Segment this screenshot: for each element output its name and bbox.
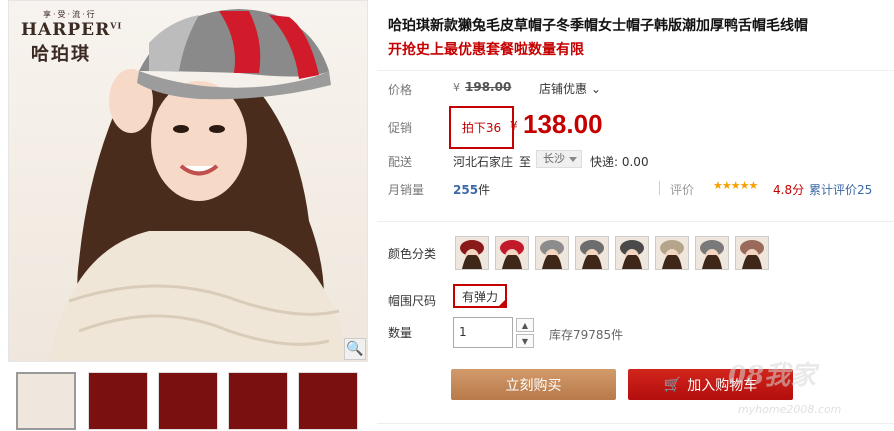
quantity-increase-button[interactable]: ▲ (516, 318, 534, 332)
divider (659, 181, 660, 195)
color-swatch-4[interactable] (575, 236, 609, 270)
section-divider (377, 221, 894, 222)
rating-label: 评价 (670, 183, 695, 197)
color-swatch-2[interactable] (495, 236, 529, 270)
main-product-image[interactable]: 享·受·流·行 HARPERVI 哈珀琪 🔍 (8, 0, 368, 362)
original-price: 198.00 (465, 80, 512, 94)
thumbnail-5[interactable] (298, 372, 358, 430)
price-panel: 价格 ¥ 198.00 店铺优惠 ⌄ 促销 拍下36 ¥ 138.00 配送 河… (377, 70, 894, 204)
quantity-decrease-button[interactable]: ▼ (516, 334, 534, 348)
thumbnail-4[interactable] (228, 372, 288, 430)
star-rating-icon: ★★★★★ (713, 179, 758, 192)
thumbnail-1[interactable] (16, 372, 76, 430)
add-to-cart-label: 加入购物车 (687, 377, 758, 394)
thumbnail-2[interactable] (88, 372, 148, 430)
quantity-label: 数量 (388, 326, 413, 340)
stock-count: 库存79785件 (549, 328, 624, 342)
chevron-down-icon: ⌄ (587, 82, 601, 96)
thumbnail-3[interactable] (158, 372, 218, 430)
size-label: 帽围尺码 (388, 294, 437, 308)
shipping-from: 河北石家庄 (453, 155, 514, 169)
color-label: 颜色分类 (388, 247, 437, 261)
color-swatch-3[interactable] (535, 236, 569, 270)
buy-now-button[interactable]: 立刻购买 (451, 369, 616, 400)
product-title: 哈珀琪新款獭兔毛皮草帽子冬季帽女士帽子韩版潮加厚鸭舌帽毛线帽 (388, 18, 808, 34)
shipping-label: 配送 (388, 155, 413, 169)
store-discount-dropdown[interactable]: 店铺优惠 ⌄ (539, 80, 601, 97)
color-swatch-1[interactable] (455, 236, 489, 270)
dropdown-arrow-icon (569, 157, 577, 162)
quantity-input[interactable]: 1 (453, 317, 513, 348)
brand-logo: 享·受·流·行 HARPERVI 哈珀琪 (21, 9, 122, 66)
zoom-icon[interactable]: 🔍 (344, 338, 366, 360)
original-currency: ¥ (453, 81, 460, 94)
rating-score: 4.8分 (773, 183, 805, 197)
color-swatch-7[interactable] (695, 236, 729, 270)
brand-tagline: 享·受·流·行 (43, 10, 97, 19)
monthly-sales-label: 月销量 (388, 183, 425, 197)
product-subtitle: 开抢史上最优惠套餐啦数量有限 (388, 42, 584, 58)
promo-price: 138.00 (523, 109, 603, 139)
color-swatch-6[interactable] (655, 236, 689, 270)
add-to-cart-button[interactable]: 🛒 加入购物车 (628, 369, 793, 400)
promo-label: 促销 (388, 121, 413, 135)
cart-icon: 🛒 (663, 376, 682, 393)
brand-name-cn: 哈珀琪 (31, 44, 91, 65)
price-label: 价格 (388, 83, 413, 97)
size-option-selected[interactable]: 有弹力 (453, 284, 507, 308)
promo-tag: 拍下36 (449, 106, 514, 149)
shipping-to-label: 至 (519, 155, 532, 169)
color-swatch-8[interactable] (735, 236, 769, 270)
section-divider (377, 423, 894, 424)
promo-currency: ¥ (510, 119, 518, 133)
shipping-fee: 快递: 0.00 (590, 155, 649, 169)
color-swatch-5[interactable] (615, 236, 649, 270)
selected-check-icon (497, 298, 507, 308)
total-reviews-link[interactable]: 累计评价25 (809, 181, 872, 198)
brand-name-en: HARPERVI (21, 20, 123, 40)
thumbnail-strip (8, 368, 368, 430)
monthly-sales-value: 255件 (453, 183, 491, 197)
shipping-destination-select[interactable]: 长沙 (536, 150, 582, 168)
watermark-url: myhome2008.com (738, 403, 842, 416)
